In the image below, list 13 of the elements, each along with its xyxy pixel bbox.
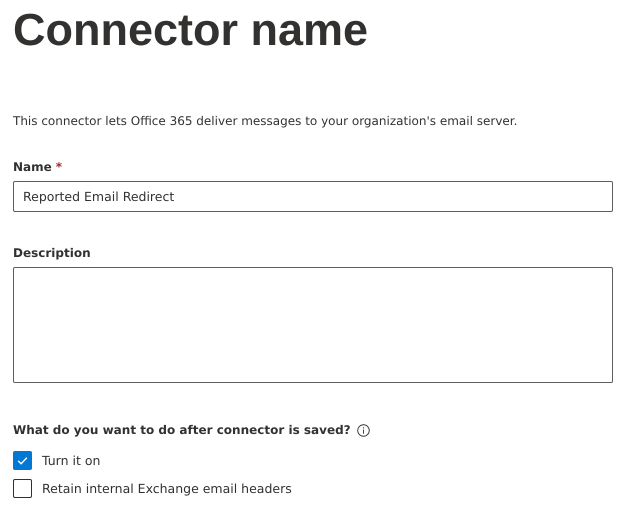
page-title: Connector name [13,4,370,56]
question-label: What do you want to do after connector is saved? [13,422,351,438]
checkbox[interactable] [13,451,32,470]
checkbox[interactable] [13,479,32,498]
intro-text: This connector lets Office 365 deliver messages to your organization's email server. [13,113,518,129]
field-label: Name [13,160,52,174]
checkbox-label: Retain internal Exchange email headers [42,481,292,496]
info-icon[interactable] [356,424,370,436]
required-mark: * [56,160,62,174]
description-field[interactable] [13,267,613,383]
field-label: Description [13,246,91,260]
checkbox-label: Turn it on [42,453,100,468]
name-input[interactable]: Reported Email Redirect [13,181,613,212]
